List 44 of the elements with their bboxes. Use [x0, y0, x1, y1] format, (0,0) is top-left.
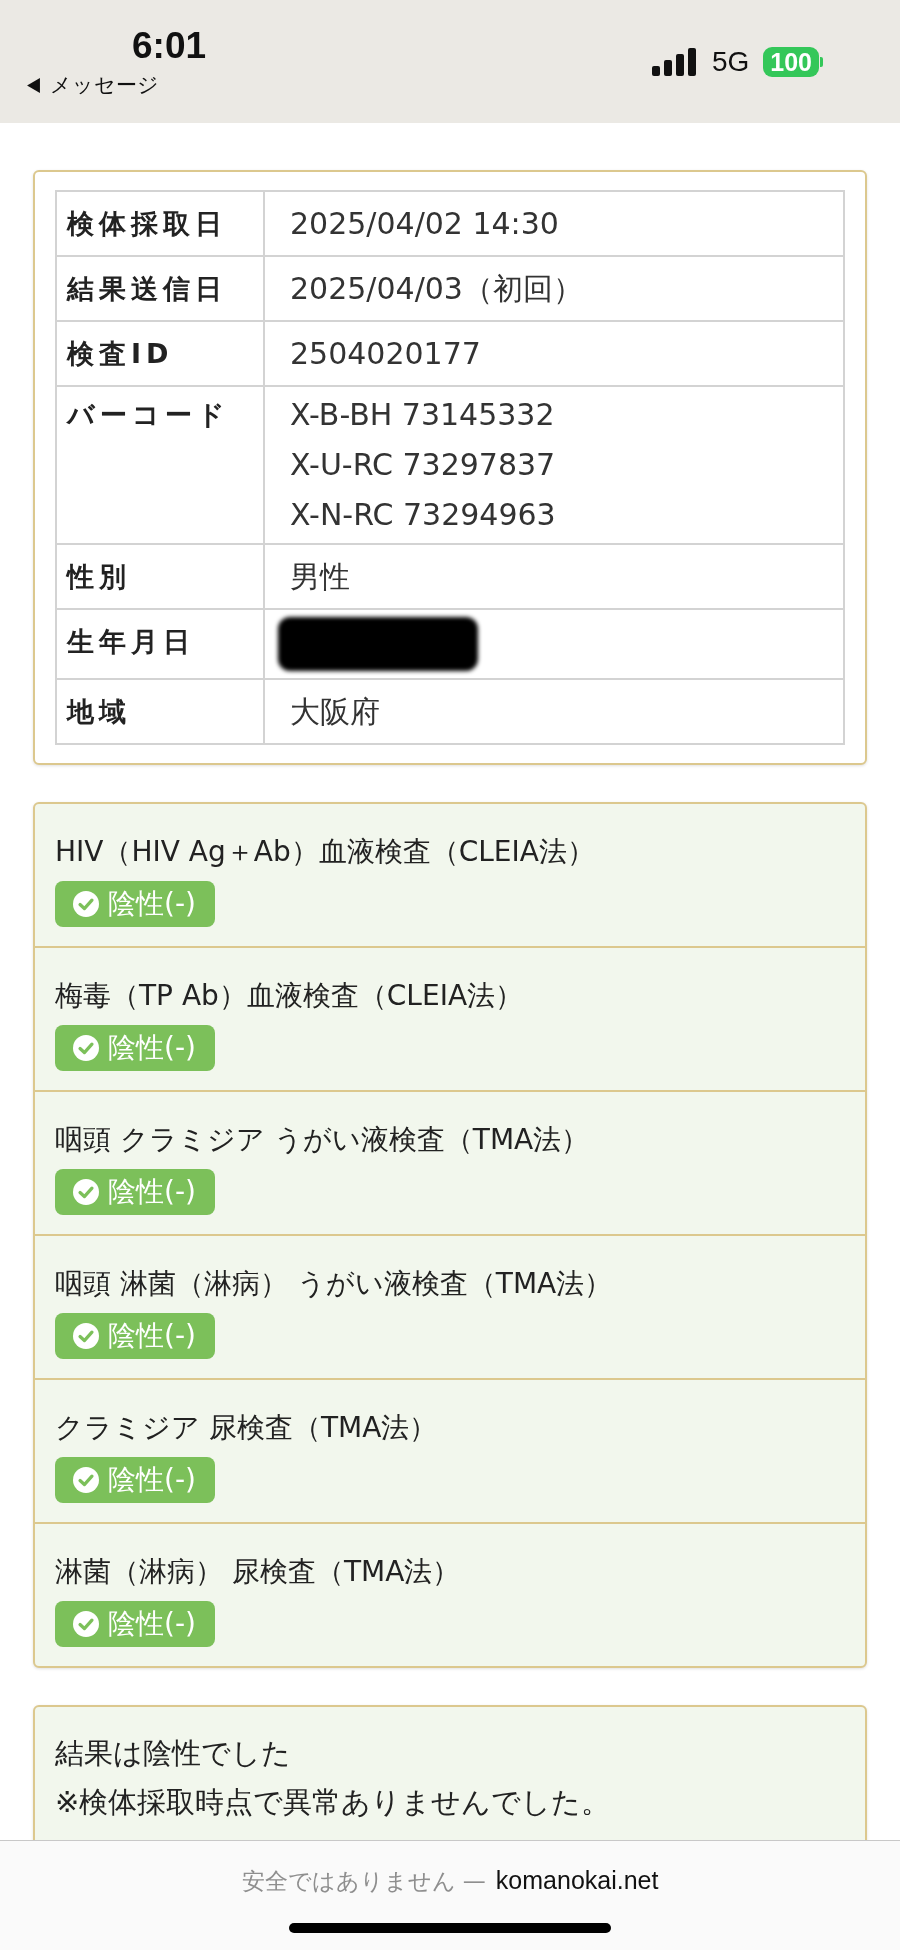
field-value: 2504020177 [290, 335, 482, 373]
security-warning: 安全ではありません — [241, 1867, 486, 1896]
field-value: X-B-BH 73145332 [290, 396, 556, 434]
domain-text[interactable]: komanokai.net [495, 1865, 659, 1895]
field-value: X-U-RC 73297837 [290, 446, 557, 484]
field-value: X-N-RC 73294963 [290, 496, 557, 534]
test-name: クラミジア 尿検査（TMA法） [55, 1411, 438, 1445]
field-value: 大阪府 [290, 693, 381, 731]
test-name: 淋菌（淋病） 尿検査（TMA法） [55, 1555, 461, 1589]
field-value: 男性 [290, 558, 351, 596]
test-name: 咽頭 淋菌（淋病） うがい液検査（TMA法） [55, 1267, 613, 1301]
field-label: 検査ID [56, 321, 264, 386]
field-label: 性別 [56, 544, 264, 609]
field-value: 2025/04/02 14:30 [290, 205, 560, 243]
summary-text: ※検体採取時点で異常ありませんでした。 [55, 1784, 612, 1821]
field-label: 地域 [56, 679, 264, 744]
check-circle-icon [73, 891, 99, 917]
result-label: 陰性(-) [108, 1465, 196, 1495]
check-circle-icon [73, 1323, 99, 1349]
signal-icon [651, 47, 698, 76]
result-label: 陰性(-) [108, 1177, 196, 1207]
battery-indicator: 100 [763, 46, 823, 77]
clock-time: 6:01 [132, 26, 207, 66]
result-label: 陰性(-) [108, 1321, 196, 1351]
field-label: 生年月日 [56, 609, 264, 679]
result-label: 陰性(-) [108, 1033, 196, 1063]
home-indicator[interactable] [289, 1923, 611, 1933]
check-circle-icon [73, 1179, 99, 1205]
test-name: 咽頭 クラミジア うがい液検査（TMA法） [55, 1123, 590, 1157]
field-label: バーコード [56, 386, 264, 544]
field-label: 結果送信日 [56, 256, 264, 321]
check-circle-icon [73, 1467, 99, 1493]
back-icon [27, 77, 40, 93]
summary-text: 結果は陰性でした [55, 1735, 292, 1772]
field-label: 検体採取日 [56, 191, 264, 256]
test-name: HIV（HIV Ag＋Ab）血液検査（CLEIA法） [55, 835, 595, 869]
result-label: 陰性(-) [108, 889, 196, 919]
check-circle-icon [73, 1611, 99, 1637]
back-link[interactable]: メッセージ [27, 71, 207, 99]
test-name: 梅毒（TP Ab）血液検査（CLEIA法） [55, 979, 524, 1013]
check-circle-icon [73, 1035, 99, 1061]
network-type: 5G [711, 45, 750, 78]
field-value: 2025/04/03（初回） [290, 270, 584, 308]
result-label: 陰性(-) [108, 1609, 196, 1639]
